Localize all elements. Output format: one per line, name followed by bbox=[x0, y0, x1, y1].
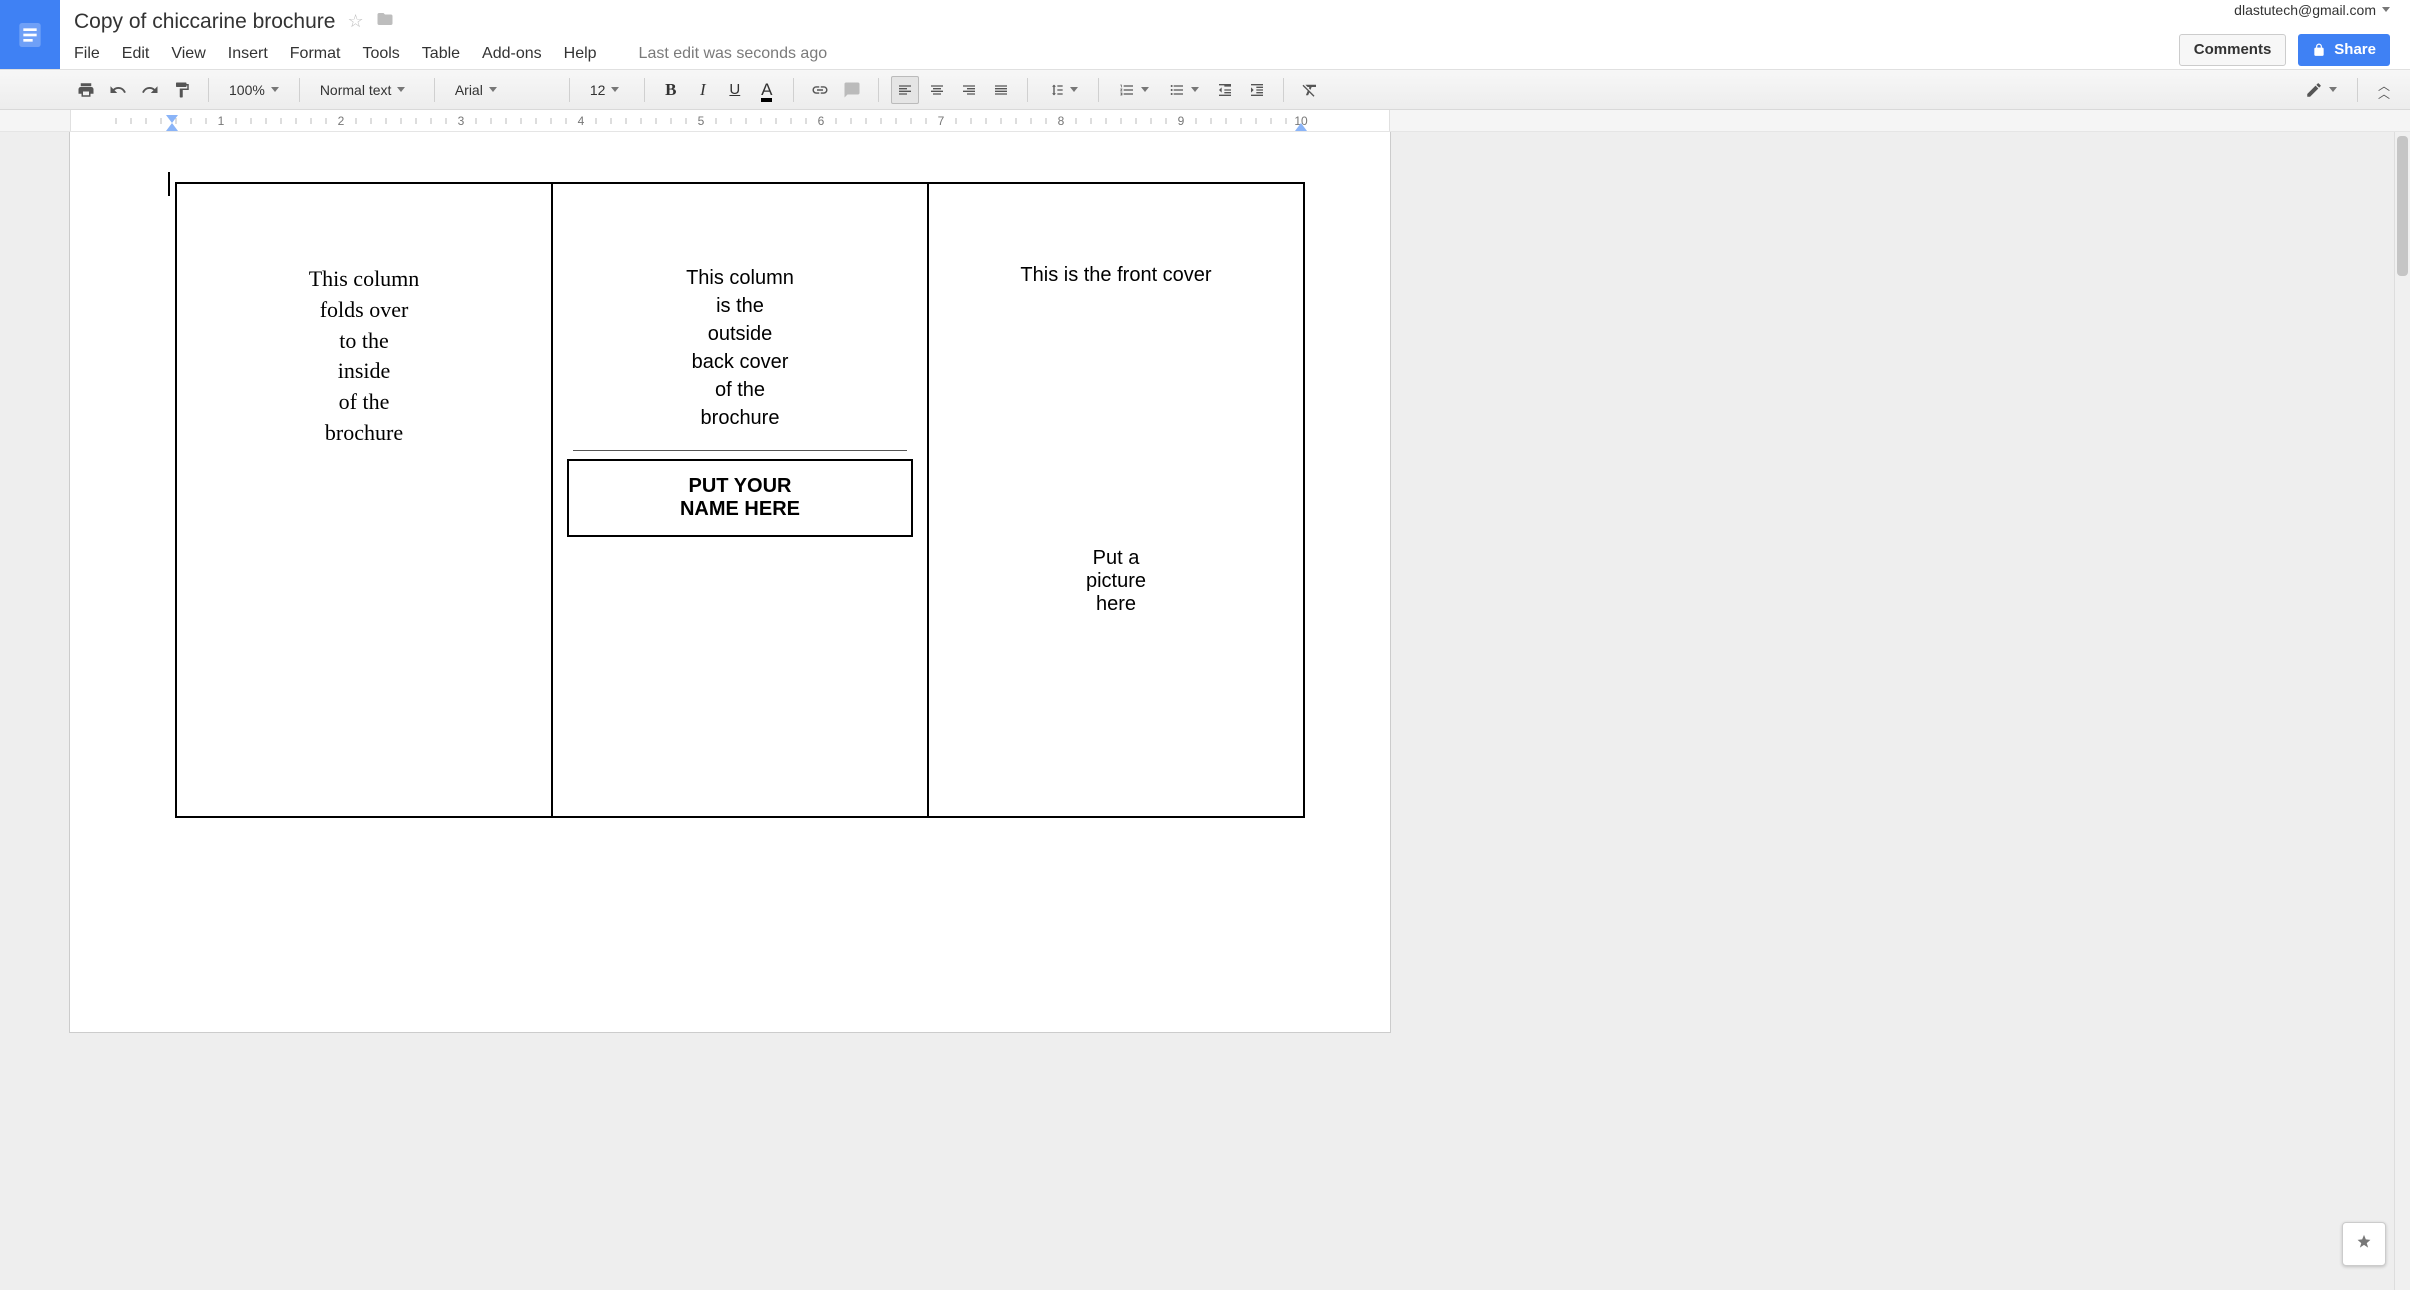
caret-down-icon bbox=[271, 87, 279, 92]
appbar-main: Copy of chiccarine brochure ☆ File Edit … bbox=[60, 0, 2179, 69]
name-box[interactable]: PUT YOUR NAME HERE bbox=[567, 459, 913, 537]
font-select[interactable]: Arial bbox=[447, 76, 557, 104]
appbar-right: dlastutech@gmail.com Comments Share bbox=[2179, 0, 2410, 69]
caret-down-icon bbox=[1070, 87, 1078, 92]
ruler-tick: 2 bbox=[338, 114, 345, 128]
menubar: File Edit View Insert Format Tools Table… bbox=[74, 39, 2179, 69]
document-title[interactable]: Copy of chiccarine brochure bbox=[74, 10, 335, 34]
comments-button[interactable]: Comments bbox=[2179, 34, 2287, 66]
redo-button[interactable] bbox=[136, 76, 164, 104]
insert-link-button[interactable] bbox=[806, 76, 834, 104]
align-center-button[interactable] bbox=[923, 76, 951, 104]
document-workspace[interactable]: This column folds over to the inside of … bbox=[0, 132, 2410, 1290]
bulleted-list-button[interactable] bbox=[1161, 76, 1207, 104]
ruler-tick: 7 bbox=[938, 114, 945, 128]
title-row: Copy of chiccarine brochure ☆ bbox=[74, 4, 2179, 39]
app-bar: Copy of chiccarine brochure ☆ File Edit … bbox=[0, 0, 2410, 70]
col1-text[interactable]: This column folds over to the inside of … bbox=[187, 264, 541, 449]
account-email: dlastutech@gmail.com bbox=[2234, 2, 2376, 18]
vertical-scrollbar[interactable] bbox=[2394, 132, 2410, 1290]
ruler-tick: 4 bbox=[578, 114, 585, 128]
collapse-toolbar-button[interactable]: ︿︿ bbox=[2370, 76, 2398, 104]
star-icon[interactable]: ☆ bbox=[347, 11, 363, 32]
menu-format[interactable]: Format bbox=[290, 45, 341, 63]
ruler[interactable]: 12345678910 bbox=[0, 110, 2410, 132]
ruler-tick: 1 bbox=[218, 114, 225, 128]
caret-down-icon bbox=[489, 87, 497, 92]
print-button[interactable] bbox=[72, 76, 100, 104]
account-menu[interactable]: dlastutech@gmail.com bbox=[2234, 2, 2390, 18]
page[interactable]: This column folds over to the inside of … bbox=[70, 132, 1390, 1032]
scrollbar-thumb[interactable] bbox=[2397, 136, 2408, 276]
docs-logo[interactable] bbox=[0, 0, 60, 69]
style-value: Normal text bbox=[320, 82, 392, 98]
lock-icon bbox=[2312, 43, 2326, 57]
editing-mode-button[interactable] bbox=[2297, 76, 2345, 104]
increase-indent-button[interactable] bbox=[1243, 76, 1271, 104]
menu-file[interactable]: File bbox=[74, 45, 100, 63]
text-cursor bbox=[168, 172, 170, 196]
line-spacing-button[interactable] bbox=[1040, 76, 1086, 104]
clear-formatting-button[interactable] bbox=[1296, 76, 1324, 104]
ruler-tick: 6 bbox=[818, 114, 825, 128]
menu-table[interactable]: Table bbox=[422, 45, 460, 63]
insert-comment-button[interactable] bbox=[838, 76, 866, 104]
ruler-tick: 3 bbox=[458, 114, 465, 128]
brochure-col-3[interactable]: This is the front cover Put a picture he… bbox=[928, 183, 1304, 817]
menu-edit[interactable]: Edit bbox=[122, 45, 150, 63]
share-button[interactable]: Share bbox=[2298, 34, 2390, 66]
italic-button[interactable]: I bbox=[689, 76, 717, 104]
menu-tools[interactable]: Tools bbox=[362, 45, 399, 63]
brochure-table[interactable]: This column folds over to the inside of … bbox=[175, 182, 1305, 818]
ruler-tick: 9 bbox=[1178, 114, 1185, 128]
align-left-button[interactable] bbox=[891, 76, 919, 104]
caret-down-icon bbox=[1191, 87, 1199, 92]
explore-icon bbox=[2353, 1233, 2375, 1255]
last-edit-text[interactable]: Last edit was seconds ago bbox=[639, 45, 828, 63]
divider bbox=[573, 450, 907, 451]
underline-button[interactable]: U bbox=[721, 76, 749, 104]
zoom-select[interactable]: 100% bbox=[221, 76, 287, 104]
docs-icon bbox=[14, 19, 46, 51]
paragraph-style-select[interactable]: Normal text bbox=[312, 76, 422, 104]
caret-down-icon bbox=[2382, 7, 2390, 12]
decrease-indent-button[interactable] bbox=[1211, 76, 1239, 104]
bold-button[interactable]: B bbox=[657, 76, 685, 104]
toolbar: 100% Normal text Arial 12 B I U A ︿︿ bbox=[0, 70, 2410, 110]
menu-addons[interactable]: Add-ons bbox=[482, 45, 542, 63]
col3-title[interactable]: This is the front cover bbox=[939, 264, 1293, 287]
ruler-tick: 5 bbox=[698, 114, 705, 128]
menu-insert[interactable]: Insert bbox=[228, 45, 268, 63]
explore-button[interactable] bbox=[2342, 1222, 2386, 1266]
text-color-button[interactable]: A bbox=[753, 76, 781, 104]
share-label: Share bbox=[2334, 41, 2376, 58]
col3-subtext[interactable]: Put a picture here bbox=[939, 547, 1293, 616]
font-value: Arial bbox=[455, 82, 483, 98]
font-size-value: 12 bbox=[590, 82, 606, 98]
caret-down-icon bbox=[611, 87, 619, 92]
align-justify-button[interactable] bbox=[987, 76, 1015, 104]
brochure-col-2[interactable]: This column is the outside back cover of… bbox=[552, 183, 928, 817]
ruler-tick: 8 bbox=[1058, 114, 1065, 128]
menu-view[interactable]: View bbox=[171, 45, 205, 63]
col2-text[interactable]: This column is the outside back cover of… bbox=[563, 264, 917, 432]
align-right-button[interactable] bbox=[955, 76, 983, 104]
menu-help[interactable]: Help bbox=[564, 45, 597, 63]
folder-icon[interactable] bbox=[376, 10, 394, 33]
brochure-col-1[interactable]: This column folds over to the inside of … bbox=[176, 183, 552, 817]
caret-down-icon bbox=[1141, 87, 1149, 92]
caret-down-icon bbox=[2329, 87, 2337, 92]
numbered-list-button[interactable] bbox=[1111, 76, 1157, 104]
zoom-value: 100% bbox=[229, 82, 265, 98]
caret-down-icon bbox=[397, 87, 405, 92]
font-size-select[interactable]: 12 bbox=[582, 76, 632, 104]
table-row: This column folds over to the inside of … bbox=[176, 183, 1304, 817]
paint-format-button[interactable] bbox=[168, 76, 196, 104]
undo-button[interactable] bbox=[104, 76, 132, 104]
